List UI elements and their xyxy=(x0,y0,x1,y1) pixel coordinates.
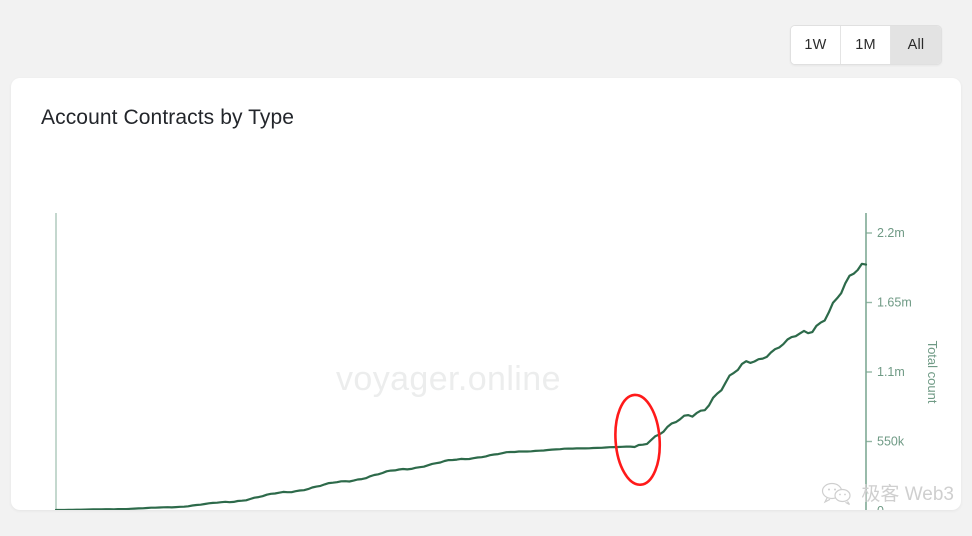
chart-area: 0550k1.1m1.65m2.2mTotal count05/0107/031… xyxy=(11,138,961,510)
svg-text:550k: 550k xyxy=(877,435,905,449)
svg-text:1.65m: 1.65m xyxy=(877,296,912,310)
range-button-all[interactable]: All xyxy=(891,26,941,64)
svg-text:1.1m: 1.1m xyxy=(877,365,905,379)
screenshot-root: 1W 1M All Account Contracts by Type voya… xyxy=(0,0,972,536)
range-button-1m[interactable]: 1M xyxy=(841,26,891,64)
range-toggle-group[interactable]: 1W 1M All xyxy=(790,25,942,65)
line-chart: 0550k1.1m1.65m2.2mTotal count05/0107/031… xyxy=(54,213,940,510)
svg-text:Total count: Total count xyxy=(925,341,940,404)
range-button-1w[interactable]: 1W xyxy=(791,26,841,64)
svg-text:0: 0 xyxy=(877,504,884,510)
chart-card: Account Contracts by Type voyager.online… xyxy=(11,78,961,510)
page-title: Account Contracts by Type xyxy=(41,106,295,129)
svg-text:2.2m: 2.2m xyxy=(877,226,905,240)
